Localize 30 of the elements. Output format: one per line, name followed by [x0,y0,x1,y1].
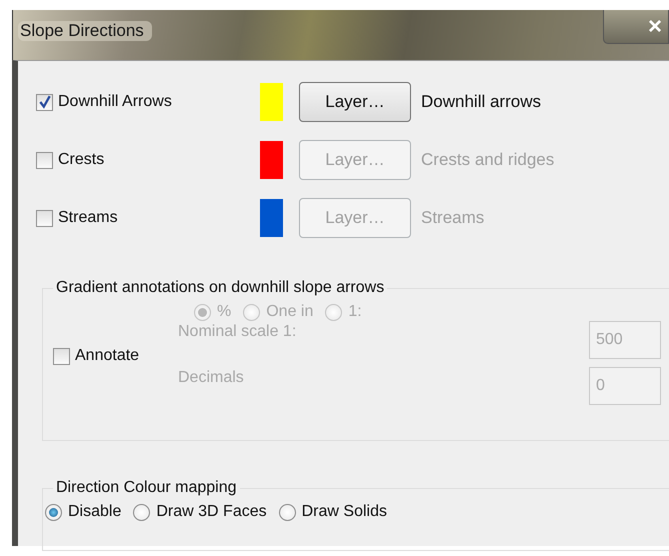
colour-swatch[interactable] [260,83,283,121]
group-title: Gradient annotations on downhill slope arrows [55,279,386,297]
group-title: Direction Colour mapping [55,479,238,497]
window-title: Slope Directions [18,21,152,41]
checkbox-label[interactable]: Streams [58,209,118,227]
radio-button[interactable] [194,304,211,320]
checkbox-label[interactable]: Downhill Arrows [58,93,172,111]
checkbox-label[interactable]: Crests [58,151,104,169]
radio-button[interactable] [278,504,296,520]
radio-button[interactable] [45,504,62,520]
radio-label[interactable]: Draw 3D Faces [156,503,267,521]
field-label: Nominal scale 1: [178,322,296,341]
radio-label[interactable]: Draw Solids [302,503,387,521]
field-label: Decimals [178,368,244,387]
layer-name: Streams [421,208,484,228]
radio-button[interactable] [243,304,260,320]
colour-swatch[interactable] [260,199,283,237]
radio-button[interactable] [133,504,150,520]
radio-button[interactable] [325,304,342,320]
close-button[interactable]: × [603,10,669,44]
checkbox-label[interactable]: Annotate [75,347,140,365]
checkbox[interactable] [53,348,70,364]
checkbox[interactable] [36,152,53,168]
layer-name: Crests and ridges [421,150,554,170]
radio-label[interactable]: Disable [68,503,122,521]
checkbox[interactable] [36,94,53,110]
colour-swatch[interactable] [260,141,283,179]
checkbox[interactable] [36,210,53,226]
layer-name: Downhill arrows [421,92,541,112]
layer-button[interactable]: Layer… [299,82,411,122]
